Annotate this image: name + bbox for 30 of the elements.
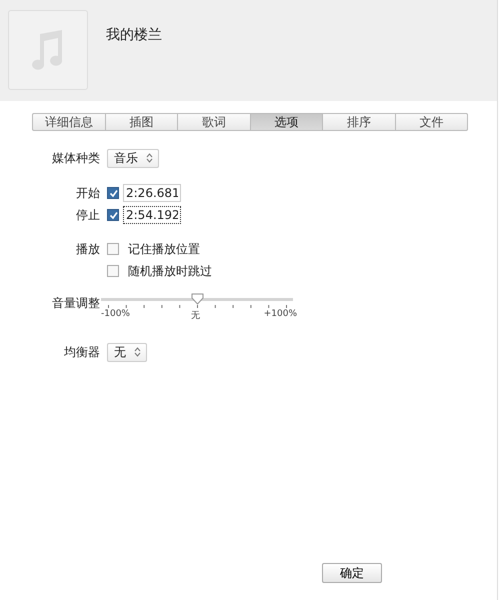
song-title: 我的楼兰: [106, 26, 162, 44]
checkbox[interactable]: [107, 243, 119, 255]
tab[interactable]: 文件: [396, 113, 468, 131]
updown-caret-icon: [146, 153, 153, 163]
checkmark-icon: [108, 188, 118, 198]
updown-caret-icon: [134, 347, 141, 357]
tab[interactable]: 详细信息: [32, 113, 106, 131]
field-label: 播放: [75, 240, 100, 258]
field-label: 开始: [75, 184, 100, 202]
checkbox[interactable]: [107, 209, 119, 221]
ok-button[interactable]: 确定: [322, 563, 382, 583]
scale-label: +100%: [264, 309, 297, 319]
option-label: 随机播放时跳过: [128, 262, 212, 280]
slider-thumb[interactable]: [191, 293, 204, 305]
checkbox[interactable]: [107, 265, 119, 277]
field-label: 音量调整: [51, 295, 100, 312]
field-label: 均衡器: [63, 344, 100, 360]
tab[interactable]: 歌词: [178, 113, 250, 131]
dropdown[interactable]: 无: [107, 342, 147, 362]
checkbox[interactable]: [107, 187, 119, 199]
tab[interactable]: 排序: [323, 113, 396, 131]
field-label: 媒体种类: [51, 150, 100, 166]
scale-label: 无: [191, 310, 200, 322]
scale-label: -100%: [101, 309, 130, 319]
dropdown[interactable]: 音乐: [107, 148, 159, 168]
tab[interactable]: 插图: [106, 113, 178, 131]
tab[interactable]: 选项: [250, 113, 323, 131]
field-label: 停止: [75, 206, 100, 224]
checkmark-icon: [108, 210, 118, 220]
option-label: 记住播放位置: [128, 240, 200, 258]
